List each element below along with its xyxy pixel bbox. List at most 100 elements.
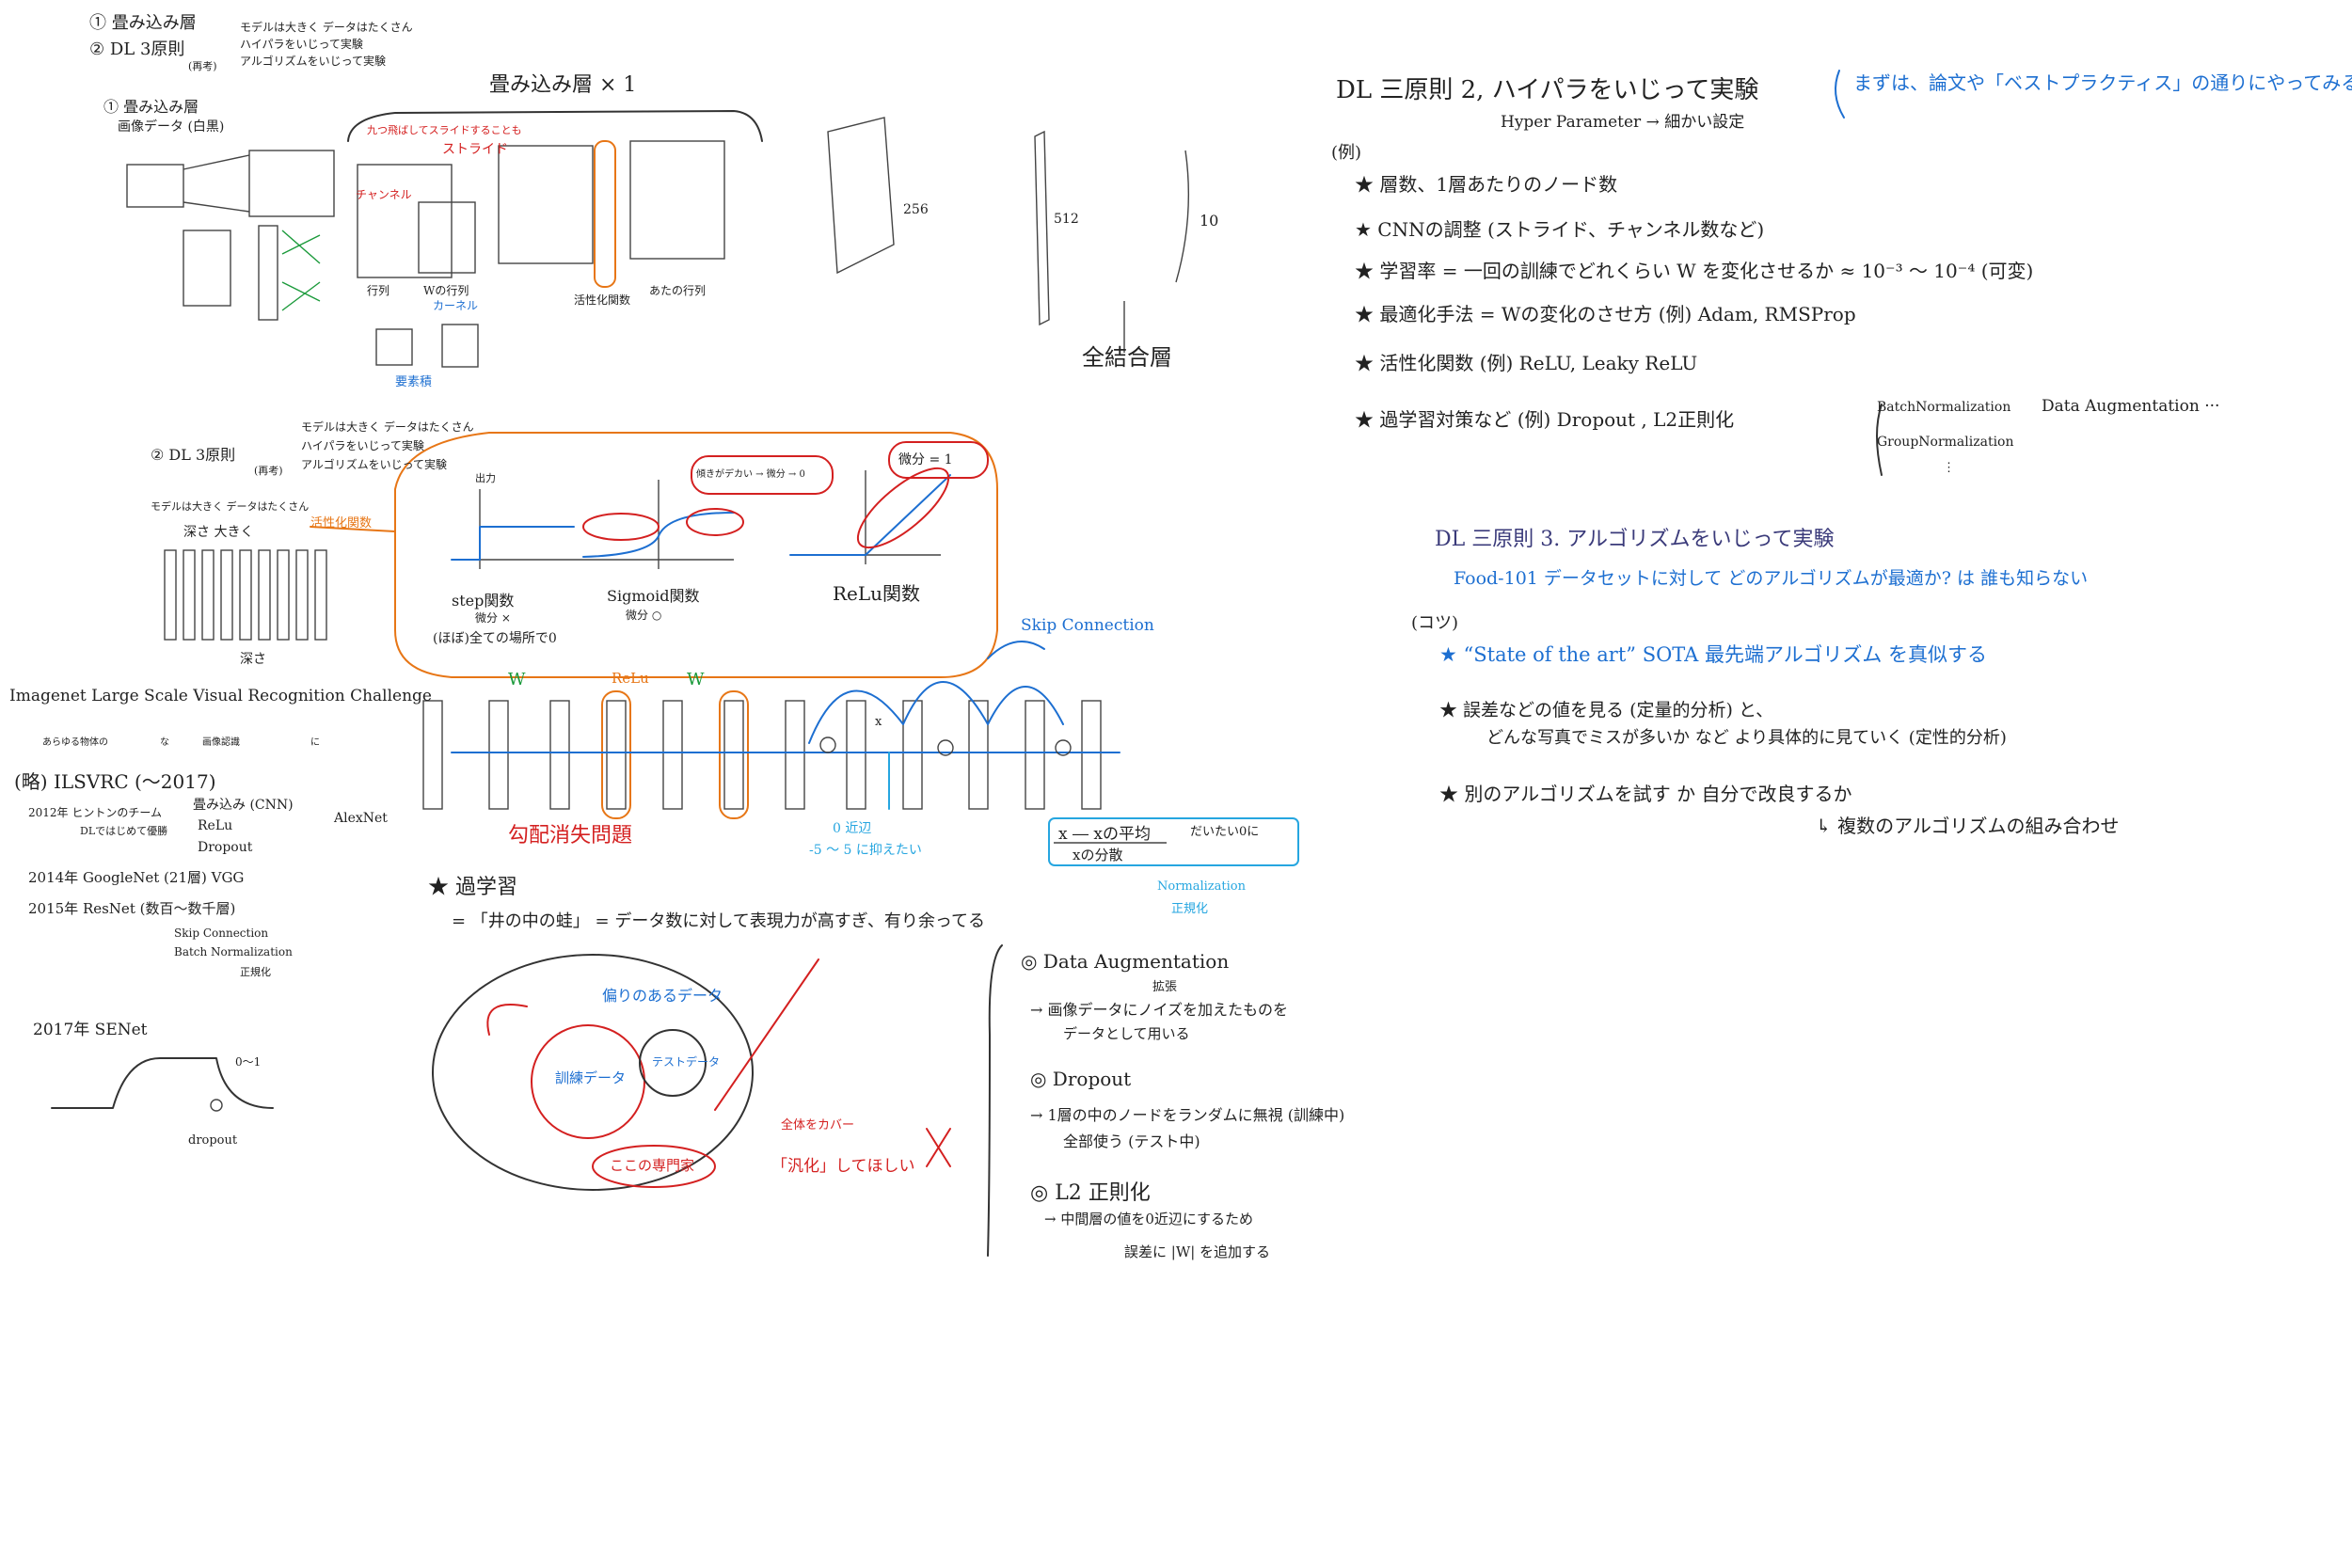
mini-matrix-1 [375, 328, 413, 366]
alexnet-item-3: Dropout [198, 840, 253, 855]
l2-desc-2: 誤差に |W| を追加する [1124, 1243, 1271, 1260]
dl-rule-1: モデルは大きく データはたくさん [240, 21, 413, 34]
year-2015: 2015年 ResNet (数百〜数千層) [28, 900, 236, 917]
matrix-label: 行列 [367, 284, 390, 297]
train-data: 訓練データ [555, 1069, 627, 1086]
num-256: 256 [903, 202, 929, 217]
skip-connection-label: Skip Connection [1021, 616, 1154, 635]
relu-tag: ReLu [612, 670, 649, 687]
da-jp: 拡張 [1152, 980, 1178, 994]
senet-range: 0〜1 [235, 1055, 262, 1069]
relu-label: ReLu関数 [833, 582, 921, 605]
data-aug: Data Augmentation ··· [2042, 397, 2220, 416]
tip-3: どんな写真でミスが多いか など より具体的に見ていく (定性的分析) [1486, 728, 2007, 748]
input-column [258, 225, 278, 321]
input-image-box [126, 164, 184, 208]
do-title: ◎ Dropout [1030, 1068, 1132, 1090]
overfit-desc: = 「井の中の蛙」 = データ数に対して表現力が高すぎ、有り余ってる [452, 911, 985, 931]
activation-orange: 活性化関数 [310, 516, 373, 531]
l2-desc-1: → 中間層の値を0近辺にするため [1044, 1211, 1254, 1227]
biased-data: 偏りのあるデータ [602, 987, 723, 1005]
result-block [498, 145, 594, 264]
fc-lines [281, 230, 321, 311]
depth-label: 深さ 大きく [183, 525, 254, 540]
range-note: -5 〜 5 に抑えたい [809, 843, 922, 858]
slab-256 [827, 117, 895, 275]
do-desc-2: 全部使う (テスト中) [1063, 1132, 1200, 1150]
tip-1: ★ “State of the art” SOTA 最先端アルゴリズム を真似す… [1439, 643, 1988, 666]
flat-image [183, 230, 231, 307]
l2-title: ◎ L2 正則化 [1030, 1181, 1151, 1205]
elementwise-label: 要素積 [395, 375, 433, 389]
activation-box [594, 140, 616, 288]
ilsvrc-abbr: (略) ILSVRC (〜2017) [14, 770, 216, 793]
model-note: モデルは大きく データはたくさん [151, 500, 310, 513]
mid-rule-3: アルゴリズムをいじって実験 [301, 458, 448, 471]
slab-512 [1034, 130, 1050, 326]
blue-note: まずは、論文や「ベストプラクティス」の通りにやってみる! [1853, 71, 2352, 94]
resnet-seikika: 正規化 [240, 966, 271, 978]
da-desc-2: データとして用いる [1063, 1025, 1190, 1042]
curly-brace [987, 944, 1003, 1257]
conv-title: ① 畳み込み層 [103, 98, 199, 116]
year-2012-b: DLではじめて優勝 [80, 825, 168, 837]
skip-arrow [987, 641, 1045, 659]
imagenet-sub-2: な [160, 737, 169, 748]
dl-rule-2: ハイパラをいじって実験 [240, 38, 363, 51]
relu-bubble-text: 微分 = 1 [898, 452, 953, 467]
num-10: 10 [1200, 212, 1219, 230]
dropout-label: dropout [188, 1133, 238, 1148]
formula-numerator: x ― xの平均 [1058, 825, 1151, 844]
imagenet-sub-1: あらゆる物体の [42, 737, 108, 748]
pixel-grid [248, 150, 335, 217]
fc-label: 全結合層 [1082, 344, 1172, 371]
only-here-expert: ここの専門家 [610, 1157, 695, 1174]
normalization-jp: 正規化 [1171, 902, 1209, 916]
do-desc-1: → 1層の中のノードをランダムに無視 (訓練中) [1030, 1106, 1345, 1124]
kernel-block [418, 201, 476, 274]
zero-near: 0 近辺 [833, 821, 872, 836]
year-2012: 2012年 ヒントンのチーム [28, 806, 162, 819]
rule2-heading: DL 三原則 2, ハイパラをいじって実験 [1336, 76, 1759, 104]
dl-rules-sub: (再考) [188, 60, 217, 72]
hp-item-2: ★ CNNの調整 (ストライド、チャンネル数など) [1355, 218, 1765, 241]
stride-label: ストライド [442, 142, 508, 157]
generalize: 「汎化」してほしい [771, 1157, 915, 1176]
tip-4: ★ 別のアルゴリズムを試す か 自分で改良するか [1439, 783, 1852, 805]
heading-conv: ① 畳み込み層 [89, 13, 197, 33]
example-label: (例) [1331, 143, 1362, 163]
formula-note: だいたい0に [1190, 825, 1260, 839]
step-note-1: 微分 × [475, 611, 511, 625]
step-note-2: (ほぼ)全ての場所で0 [433, 631, 557, 646]
output-axis: 出力 [475, 472, 496, 484]
sigmoid-note: 微分 ○ [626, 609, 662, 622]
food-101: Food-101 データセットに対して どのアルゴリズムが最適か? は 誰も知ら… [1454, 568, 2089, 589]
conv-sub: 画像データ (白黒) [118, 119, 225, 135]
red-arrow [714, 958, 819, 1111]
year-2014: 2014年 GoogleNet (21層) VGG [28, 869, 245, 886]
normalization-label: Normalization [1157, 879, 1246, 894]
norm-list-3: ⋮ [1943, 461, 1955, 475]
conv-layer-label: 畳み込み層 × 1 [489, 73, 637, 97]
hp-item-6: ★ 過学習対策など (例) Dropout , L2正則化 [1355, 408, 1735, 431]
num-512: 512 [1054, 212, 1079, 227]
norm-list-2: GroupNormalization [1877, 435, 2014, 450]
resnet-batchnorm: Batch Normalization [174, 945, 293, 958]
result-label: あたの行列 [649, 284, 707, 297]
hp-item-3: ★ 学習率 = 一回の訓練でどれくらい W を変化させるか ≈ 10⁻³ 〜 1… [1355, 260, 2034, 282]
red-scribble [486, 1004, 528, 1036]
hp-item-1: ★ 層数、1層あたりのノード数 [1355, 173, 1618, 196]
blue-brace [1835, 70, 1845, 119]
hyper-parameter: Hyper Parameter → 細かい設定 [1501, 113, 1745, 132]
tip-5: ↳ 複数のアルゴリズムの組み合わせ [1816, 815, 2120, 837]
w-matrix-label: Wの行列 [423, 284, 469, 297]
whiteboard-drawing [51, 70, 1883, 1257]
resnet-skip: Skip Connection [174, 927, 269, 940]
output-block [629, 140, 725, 260]
depth-bottom: 深さ [240, 652, 266, 667]
imagenet-sub-3: 画像認識 [202, 737, 240, 748]
cover-all: 全体をカバー [781, 1118, 855, 1132]
hp-item-4: ★ 最適化手法 = Wの変化のさせ方 (例) Adam, RMSProp [1355, 303, 1856, 325]
activation-label: 活性化関数 [574, 293, 631, 307]
alexnet-label: AlexNet [334, 811, 388, 826]
